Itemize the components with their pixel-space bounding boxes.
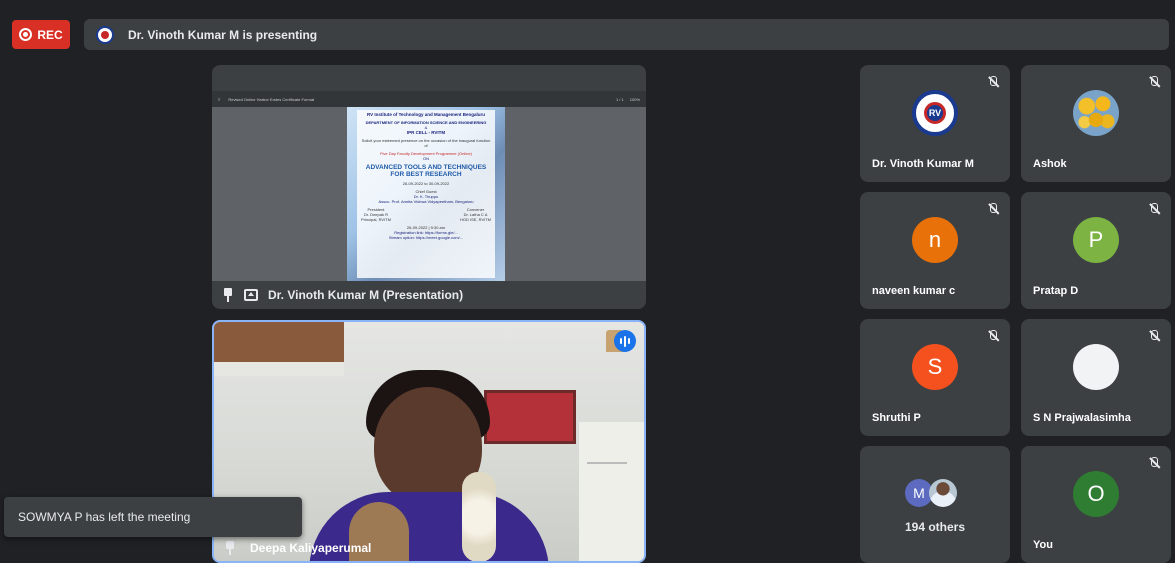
self-tile[interactable]: O You <box>1021 446 1171 563</box>
mic-off-icon <box>986 202 1000 216</box>
presenting-banner: Dr. Vinoth Kumar M is presenting <box>84 19 1169 50</box>
document-page-area: RV Institute of Technology and Managemen… <box>212 107 646 281</box>
avatar: O <box>1073 471 1119 517</box>
avatar: RV <box>912 90 958 136</box>
presentation-label-bar: Dr. Vinoth Kumar M (Presentation) <box>212 281 646 309</box>
mic-off-icon <box>986 329 1000 343</box>
zoom-level: 100% <box>629 96 640 102</box>
participant-name: S N Prajwalasimha <box>1033 412 1131 424</box>
poster-institute: RV Institute of Technology and Managemen… <box>366 112 486 117</box>
participant-tile[interactable]: S Shruthi P <box>860 319 1010 436</box>
participant-name: Ashok <box>1033 158 1067 170</box>
others-count: 194 others <box>904 520 966 534</box>
poster-convener-role: HOD ISE, RVITM <box>459 217 491 222</box>
rec-dot-icon <box>19 28 33 41</box>
participant-tile[interactable]: n naveen kumar c <box>860 192 1010 309</box>
presenter-logo-icon <box>96 25 114 44</box>
participant-name: Shruthi P <box>872 412 921 424</box>
mic-off-icon <box>1147 202 1161 216</box>
mic-off-icon <box>1147 75 1161 89</box>
others-tile[interactable]: M 194 others <box>860 446 1010 563</box>
presenting-text: Dr. Vinoth Kumar M is presenting <box>128 27 318 42</box>
page-indicator: 1 / 1 <box>615 96 624 102</box>
avatar <box>929 479 957 507</box>
poster-stream-link: Stream option: https://meet.google.com/.… <box>388 235 464 240</box>
mic-off-icon <box>1147 329 1161 343</box>
present-icon <box>244 289 258 301</box>
others-avatars: M <box>905 479 957 507</box>
poster-dates: 26-09-2022 to 30-09-2022 <box>402 181 450 186</box>
participant-tile[interactable]: S N Prajwalasimha <box>1021 319 1171 436</box>
notification-text: SOWMYA P has left the meeting <box>18 510 191 524</box>
presentation-tile[interactable]: ≡ Revised Online Harbor Erstes Certifica… <box>212 65 646 309</box>
poster-card: RV Institute of Technology and Managemen… <box>357 110 495 278</box>
mic-off-icon <box>1147 456 1161 470</box>
viewer-title: Revised Online Harbor Erstes Certificate… <box>228 96 315 102</box>
pdf-viewer-toolbar: ≡ Revised Online Harbor Erstes Certifica… <box>212 91 646 107</box>
poster-president-role: Principal, RVITM <box>361 217 391 222</box>
participant-tile[interactable]: RV Dr. Vinoth Kumar M <box>860 65 1010 182</box>
poster-topic: ADVANCED TOOLS AND TECHNIQUES FOR BEST R… <box>365 164 487 178</box>
poster-cell: IPR CELL - RVITM <box>406 130 446 135</box>
avatar: n <box>912 217 958 263</box>
avatar <box>1073 344 1119 390</box>
viewer-menu-icon: ≡ <box>218 96 221 102</box>
speaker-label-bar: Deepa Kaliyaperumal <box>214 535 644 561</box>
speaker-name: Deepa Kaliyaperumal <box>250 541 372 555</box>
rv-logo-icon: RV <box>924 102 946 124</box>
avatar <box>1073 90 1119 136</box>
pin-icon[interactable] <box>224 541 236 555</box>
event-poster: RV Institute of Technology and Managemen… <box>347 107 505 281</box>
participant-name: You <box>1033 539 1053 551</box>
participant-name: Pratap D <box>1033 285 1079 297</box>
left-meeting-notification: SOWMYA P has left the meeting <box>4 497 302 537</box>
poster-on: ON <box>423 156 429 161</box>
avatar: S <box>912 344 958 390</box>
rec-label: REC <box>37 27 63 42</box>
background-notice-board <box>484 390 576 444</box>
avatar: P <box>1073 217 1119 263</box>
mic-off-icon <box>986 75 1000 89</box>
participant-tile[interactable]: P Pratap D <box>1021 192 1171 309</box>
speaking-icon <box>614 330 636 352</box>
poster-invite: Solicit your esteemed presence on the oc… <box>361 138 491 148</box>
participant-tile[interactable]: Ashok <box>1021 65 1171 182</box>
pin-icon[interactable] <box>222 288 234 302</box>
poster-chief-guest-role: Assoc. Prof. Amrita Vishwa Vidyapeetham,… <box>378 199 474 204</box>
participant-name: Dr. Vinoth Kumar M <box>872 158 974 170</box>
shared-screen: ≡ Revised Online Harbor Erstes Certifica… <box>212 91 646 281</box>
presentation-label: Dr. Vinoth Kumar M (Presentation) <box>268 288 464 302</box>
background-shelf <box>214 322 344 362</box>
background-shelf-edge <box>214 362 344 376</box>
participant-name: naveen kumar c <box>872 285 956 297</box>
recording-badge[interactable]: REC <box>12 20 70 49</box>
